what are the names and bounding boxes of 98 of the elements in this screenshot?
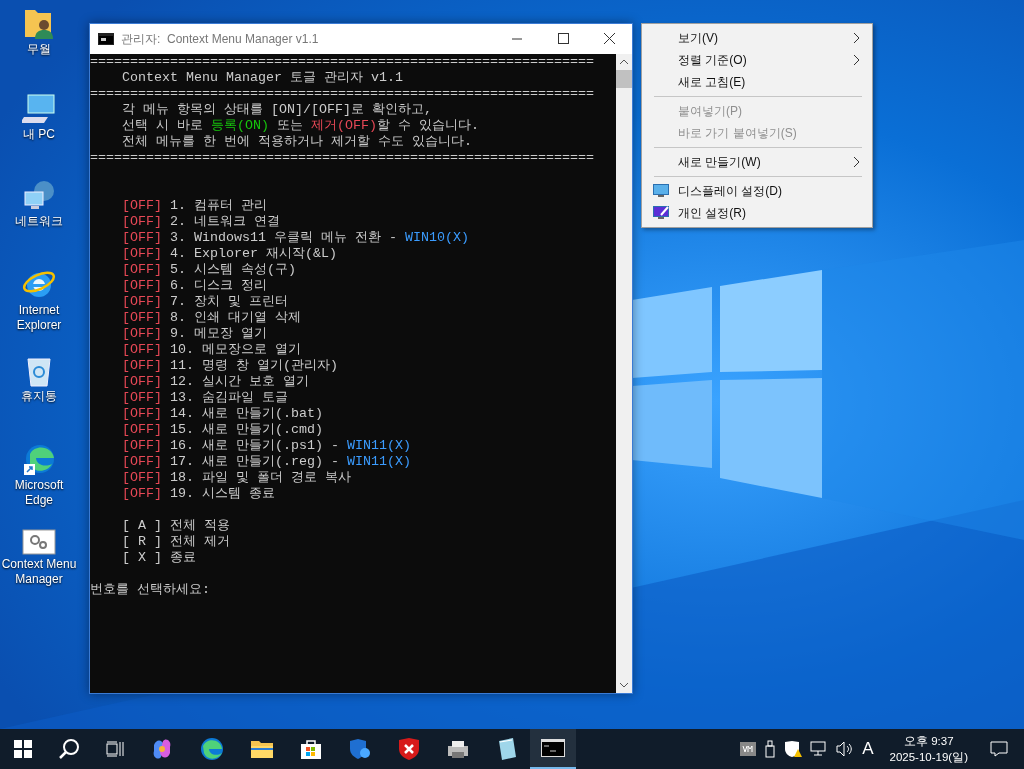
menu-option-text: 8. 인쇄 대기열 삭제 xyxy=(170,310,301,325)
search-icon[interactable] xyxy=(58,738,80,760)
menu-option-text: 4. Explorer 재시작(&L) xyxy=(170,246,337,261)
console-text: =============================================================== xyxy=(90,150,595,166)
menu-option-text: 12. 실시간 보호 열기 xyxy=(170,374,309,389)
menu-item[interactable]: 보기(V) xyxy=(642,27,872,49)
notification-icon[interactable] xyxy=(990,741,1008,757)
scrollbar-thumb[interactable] xyxy=(616,70,632,88)
status-label: [OFF] xyxy=(122,214,162,229)
menu-option-text: 6. 디스크 정리 xyxy=(170,278,267,293)
desktop-icon-label[interactable]: Microsoft Edge xyxy=(1,478,77,508)
status-label: [OFF] xyxy=(122,438,162,453)
shield-icon[interactable] xyxy=(348,738,372,760)
menu-item[interactable]: 디스플레이 설정(D) xyxy=(642,180,872,202)
window-title: 관리자: Context Menu Manager v1.1 xyxy=(121,30,320,48)
windows-start-icon[interactable] xyxy=(14,740,32,758)
menu-option-text: 2. 네트워크 연결 xyxy=(170,214,280,229)
console-app-icon xyxy=(98,33,114,45)
input-prompt: 번호를 선택하세요: xyxy=(90,582,210,597)
desktop-icon-label[interactable]: 내 PC xyxy=(1,127,77,142)
store-bag-icon[interactable] xyxy=(300,738,322,760)
desktop-icon-label[interactable]: 휴지통 xyxy=(1,389,77,404)
browser-wave-icon[interactable] xyxy=(22,442,56,476)
computer-icon[interactable] xyxy=(22,93,56,125)
chevron-right-icon xyxy=(853,156,860,168)
menu-item[interactable]: 개인 설정(R) xyxy=(642,202,872,224)
speaker-icon[interactable] xyxy=(836,741,855,757)
usb-drive-icon[interactable] xyxy=(764,740,777,758)
desktop-icon-label[interactable]: Context Menu Manager xyxy=(1,557,77,587)
menu-item[interactable]: 새로 고침(E) xyxy=(642,71,872,93)
status-label: [OFF] xyxy=(122,358,162,373)
notepad-icon[interactable] xyxy=(496,737,518,761)
menu-option-text: 11. 명령 창 열기(관리자) xyxy=(170,358,338,373)
clock-date[interactable]: 2025-10-19(일) xyxy=(889,749,968,765)
printer-icon[interactable] xyxy=(446,739,470,759)
console-text: 선택 시 바로 등록(ON) 또는 제거(OFF)할 수 있습니다. xyxy=(121,118,480,134)
version-note: WIN10(X) xyxy=(405,230,469,245)
status-label: [OFF] xyxy=(122,278,162,293)
menu-option-text: 3. Windows11 우클릭 메뉴 전환 - xyxy=(170,230,397,245)
browser-wave-icon[interactable] xyxy=(200,737,224,761)
menu-option-text: 13. 숨김파일 토글 xyxy=(170,390,288,405)
console-app-icon[interactable] xyxy=(541,739,565,757)
status-label: [OFF] xyxy=(122,374,162,389)
status-label: [OFF] xyxy=(122,342,162,357)
chevron-right-icon xyxy=(853,54,860,66)
menu-option-text: 14. 새로 만들기(.bat) xyxy=(170,406,323,421)
network-icon[interactable] xyxy=(22,180,56,212)
menu-option-text: 16. 새로 만들기(.ps1) - xyxy=(170,438,339,453)
network-icon[interactable] xyxy=(810,741,829,757)
monitor-icon xyxy=(653,184,669,198)
status-label: [OFF] xyxy=(122,470,162,485)
status-label: [OFF] xyxy=(122,198,162,213)
version-note: WIN11(X) xyxy=(347,438,411,453)
status-label: [OFF] xyxy=(122,406,162,421)
command-option-text: [ A ] 전체 적용 xyxy=(122,518,230,533)
status-label: [OFF] xyxy=(122,422,162,437)
status-label: [OFF] xyxy=(122,262,162,277)
menu-item[interactable]: 정렬 기준(O) xyxy=(642,49,872,71)
menu-option-text: 18. 파일 및 폴더 경로 복사 xyxy=(170,470,351,485)
status-label: [OFF] xyxy=(122,294,162,309)
status-label: [OFF] xyxy=(122,454,162,469)
desktop-icon-label[interactable]: Internet Explorer xyxy=(1,303,77,333)
version-note: WIN11(X) xyxy=(347,454,411,469)
console-text: =============================================================== xyxy=(90,86,595,102)
console-text: Context Menu Manager 토글 관리자 v1.1 xyxy=(121,70,404,86)
shield-warning-icon[interactable] xyxy=(784,740,803,758)
desktop-icon-label[interactable]: 네트워크 xyxy=(1,214,77,229)
menu-option-text: 10. 메모장으로 열기 xyxy=(170,342,301,357)
desktop-icon-label[interactable]: 무월 xyxy=(1,42,77,57)
menu-option-text: 17. 새로 만들기(.reg) - xyxy=(170,454,339,469)
status-label: [OFF] xyxy=(122,230,162,245)
chevron-right-icon xyxy=(853,32,860,44)
menu-option-text: 7. 장치 및 프린터 xyxy=(170,294,288,309)
brush-monitor-icon xyxy=(653,206,669,220)
status-label: [OFF] xyxy=(122,246,162,261)
console-text: 전체 메뉴를 한 번에 적용하거나 제거할 수도 있습니다. xyxy=(121,134,473,150)
recycle-bin-icon[interactable] xyxy=(25,355,53,387)
vm-icon[interactable] xyxy=(740,742,757,756)
console-text: =============================================================== xyxy=(90,54,595,70)
menu-option-text: 5. 시스템 속성(구) xyxy=(170,262,296,277)
menu-option-text: 9. 메모장 열기 xyxy=(170,326,267,341)
command-option-text: [ X ] 종료 xyxy=(122,550,196,565)
clock-time[interactable]: 오후 9:37 xyxy=(903,733,954,749)
menu-option-text: 19. 시스템 종료 xyxy=(170,486,275,501)
command-option-text: [ R ] 전체 제거 xyxy=(122,534,230,549)
menu-item[interactable]: 새로 만들기(W) xyxy=(642,151,872,173)
input-method-indicator[interactable]: A xyxy=(862,739,874,759)
status-label: [OFF] xyxy=(122,390,162,405)
console-text: 각 메뉴 항목의 상태를 [ON]/[OFF]로 확인하고, xyxy=(121,102,433,118)
menu-option-text: 1. 컴퓨터 관리 xyxy=(170,198,267,213)
status-label: [OFF] xyxy=(122,486,162,501)
status-label: [OFF] xyxy=(122,310,162,325)
status-label: [OFF] xyxy=(122,326,162,341)
task-view-icon[interactable] xyxy=(106,741,124,757)
menu-option-text: 15. 새로 만들기(.cmd) xyxy=(170,422,323,437)
gears-icon[interactable] xyxy=(22,529,56,555)
shield-cross-icon[interactable] xyxy=(398,737,420,761)
folder-icon[interactable] xyxy=(250,739,274,759)
